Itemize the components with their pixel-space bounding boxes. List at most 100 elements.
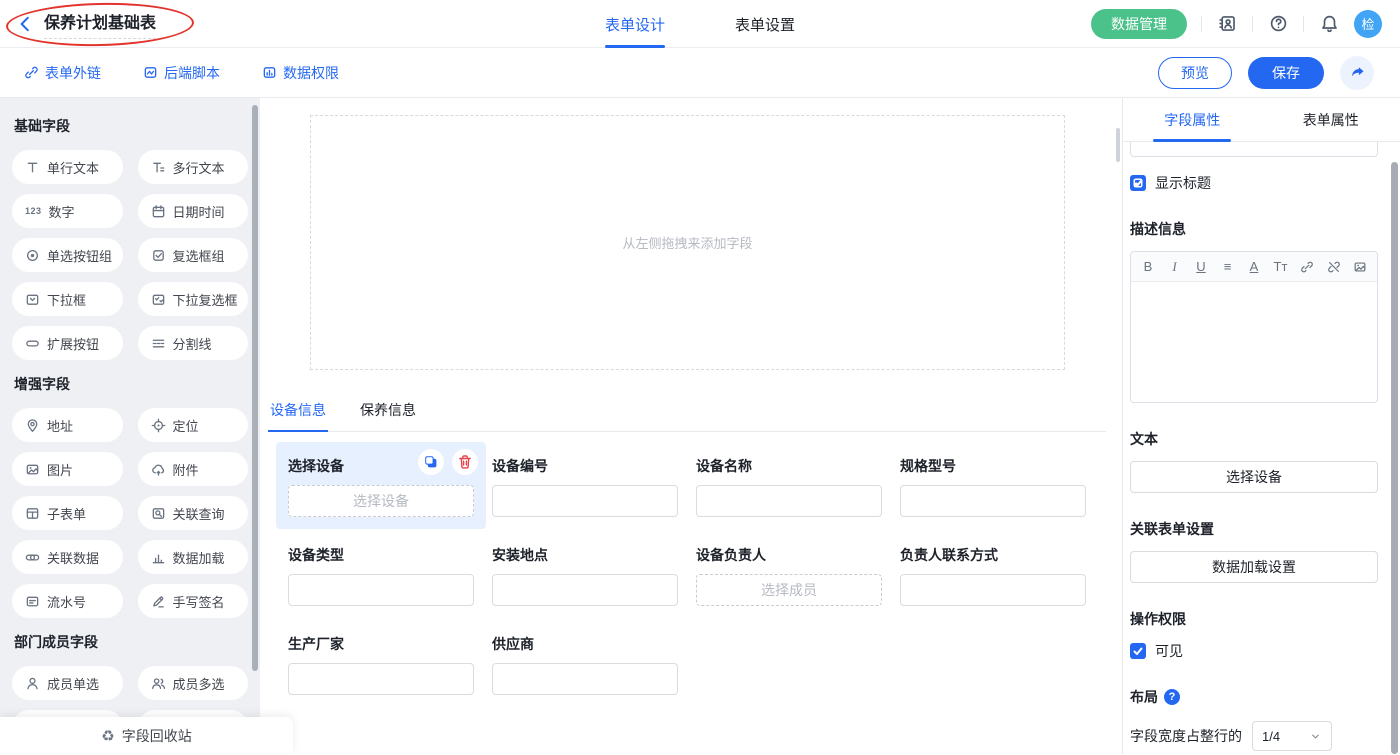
field-owner-contact[interactable]: 负责人联系方式	[900, 545, 1086, 606]
bell-icon[interactable]	[1318, 13, 1340, 35]
pill-label: 关联数据	[47, 548, 99, 567]
save-button[interactable]: 保存	[1248, 57, 1324, 89]
field-device-type[interactable]: 设备类型	[288, 545, 474, 606]
field-item-attachment[interactable]: 附件	[138, 452, 249, 486]
main-body: 基础字段 单行文本 多行文本 123数字 日期时间 单选按钮组 复选框组 下拉框…	[0, 98, 1400, 754]
spec-model-input[interactable]	[900, 485, 1086, 517]
align-icon[interactable]: ≡	[1221, 259, 1235, 274]
sidebar-scrollbar[interactable]	[252, 105, 258, 671]
avatar[interactable]: 检	[1354, 10, 1382, 38]
select-member-picker[interactable]: 选择成员	[696, 574, 882, 606]
field-item-member-single[interactable]: 成员单选	[12, 666, 123, 700]
field-device-name[interactable]: 设备名称	[696, 456, 882, 517]
field-item-radio-group[interactable]: 单选按钮组	[12, 238, 123, 272]
form-external-link[interactable]: 表单外链	[24, 63, 101, 83]
tab-form-design[interactable]: 表单设计	[605, 0, 665, 48]
field-install-location[interactable]: 安装地点	[492, 545, 678, 606]
description-textarea[interactable]	[1131, 282, 1377, 402]
form-title[interactable]: 保养计划基础表	[44, 9, 156, 39]
install-location-input[interactable]	[492, 574, 678, 606]
field-select-device[interactable]: 选择设备 选择设备	[276, 442, 486, 529]
italic-icon[interactable]: I	[1168, 259, 1182, 275]
show-title-checkbox[interactable]	[1130, 175, 1146, 191]
field-item-number[interactable]: 123数字	[12, 194, 123, 228]
field-manufacturer[interactable]: 生产厂家	[288, 634, 474, 695]
attachment-cloud-icon	[151, 462, 166, 477]
device-type-input[interactable]	[288, 574, 474, 606]
field-supplier[interactable]: 供应商	[492, 634, 678, 695]
bold-icon[interactable]: B	[1141, 259, 1155, 274]
field-grid: 选择设备 选择设备 设备编号 设备名称 规格型号 设备类型	[288, 456, 1122, 695]
field-item-multi-select[interactable]: 下拉复选框	[138, 282, 249, 316]
field-title-input-partial[interactable]	[1130, 142, 1378, 157]
field-item-extend-button[interactable]: 扩展按钮	[12, 326, 123, 360]
field-recycle-bin[interactable]: ♻ 字段回收站	[0, 717, 293, 754]
signature-pen-icon	[151, 594, 166, 609]
field-item-linked-query[interactable]: 关联查询	[138, 496, 249, 530]
delete-field-button[interactable]	[452, 449, 478, 475]
help-circle-icon[interactable]	[1267, 13, 1289, 35]
back-button[interactable]	[16, 15, 34, 33]
tab-maintenance-info[interactable]: 保养信息	[358, 400, 418, 431]
data-permission-link[interactable]: 数据权限	[262, 63, 339, 83]
tab-form-properties[interactable]: 表单属性	[1262, 98, 1400, 141]
field-item-divider[interactable]: 分割线	[138, 326, 249, 360]
field-item-select[interactable]: 下拉框	[12, 282, 123, 316]
canvas-scrollbar[interactable]	[1116, 128, 1120, 162]
data-load-setting-button[interactable]: 数据加载设置	[1130, 551, 1378, 583]
contacts-book-icon[interactable]	[1216, 13, 1238, 35]
supplier-input[interactable]	[492, 663, 678, 695]
insert-link-icon[interactable]	[1300, 260, 1314, 274]
field-item-image[interactable]: 图片	[12, 452, 123, 486]
pill-label: 手写签名	[173, 592, 225, 611]
back-chevron-icon	[16, 15, 34, 33]
backend-script-link[interactable]: 后端脚本	[143, 63, 220, 83]
data-permission-icon	[262, 65, 277, 80]
field-item-signature[interactable]: 手写签名	[138, 584, 249, 618]
field-device-code[interactable]: 设备编号	[492, 456, 678, 517]
field-item-single-line-text[interactable]: 单行文本	[12, 150, 123, 184]
field-item-serial-number[interactable]: 流水号	[12, 584, 123, 618]
share-button[interactable]	[1340, 56, 1374, 90]
copy-field-button[interactable]	[418, 449, 444, 475]
field-item-member-multi[interactable]: 成员多选	[138, 666, 249, 700]
field-item-multi-line-text[interactable]: 多行文本	[138, 150, 249, 184]
divider-icon	[151, 336, 166, 351]
field-item-checkbox-group[interactable]: 复选框组	[138, 238, 249, 272]
tab-form-settings[interactable]: 表单设置	[735, 0, 795, 48]
field-item-address[interactable]: 地址	[12, 408, 123, 442]
owner-contact-input[interactable]	[900, 574, 1086, 606]
serial-number-icon	[25, 594, 40, 609]
field-item-data-load[interactable]: 数据加载	[138, 540, 249, 574]
select-device-picker[interactable]: 选择设备	[288, 485, 474, 517]
pill-label: 子表单	[47, 504, 86, 523]
field-item-datetime[interactable]: 日期时间	[138, 194, 249, 228]
visible-checkbox[interactable]	[1130, 643, 1146, 659]
pill-label: 复选框组	[173, 246, 225, 265]
field-item-linked-data[interactable]: 关联数据	[12, 540, 123, 574]
field-item-location[interactable]: 定位	[138, 408, 249, 442]
select-device-setting-button[interactable]: 选择设备	[1130, 461, 1378, 493]
font-color-icon[interactable]: A	[1247, 259, 1261, 274]
field-device-owner[interactable]: 设备负责人 选择成员	[696, 545, 882, 606]
panel-scrollbar[interactable]	[1391, 162, 1398, 754]
tab-device-info[interactable]: 设备信息	[268, 400, 328, 431]
underline-icon[interactable]: U	[1194, 259, 1208, 274]
tab-field-properties[interactable]: 字段属性	[1123, 98, 1262, 141]
remove-link-icon[interactable]	[1327, 260, 1341, 274]
insert-image-icon[interactable]	[1353, 260, 1367, 274]
drop-area[interactable]: 从左侧拖拽来添加字段	[310, 115, 1065, 370]
multi-line-text-icon	[151, 160, 166, 175]
device-code-input[interactable]	[492, 485, 678, 517]
description-editor: B I U ≡ A Tт	[1130, 251, 1378, 403]
visible-row: 可见	[1130, 641, 1378, 661]
font-size-icon[interactable]: Tт	[1274, 259, 1288, 274]
device-name-input[interactable]	[696, 485, 882, 517]
layout-help-icon[interactable]: ?	[1164, 689, 1180, 705]
preview-button[interactable]: 预览	[1158, 57, 1232, 89]
field-width-select[interactable]: 1/4	[1252, 721, 1332, 751]
field-item-subform[interactable]: 子表单	[12, 496, 123, 530]
data-manage-button[interactable]: 数据管理	[1091, 9, 1187, 39]
field-spec-model[interactable]: 规格型号	[900, 456, 1086, 517]
manufacturer-input[interactable]	[288, 663, 474, 695]
